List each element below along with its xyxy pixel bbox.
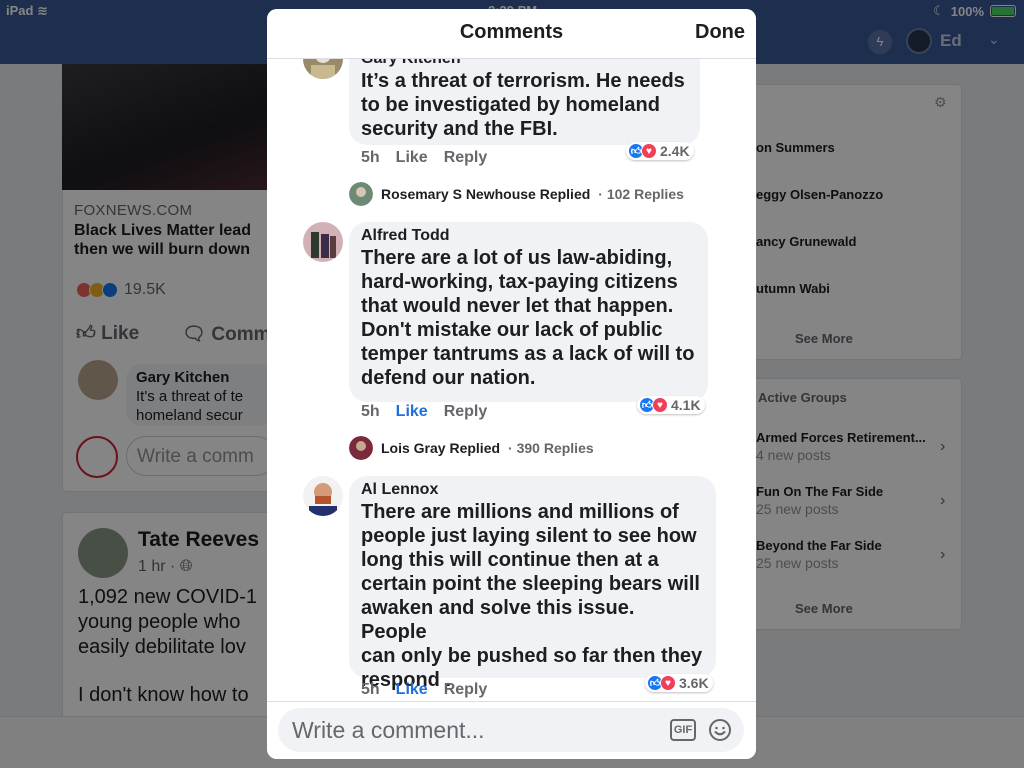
comment-author[interactable]: Alfred Todd (361, 226, 696, 246)
reply-count: · 102 Replies (598, 186, 684, 202)
view-replies-link[interactable]: Rosemary S Newhouse Replied · 102 Replie… (349, 182, 684, 206)
comment-reactions[interactable]: 👍︎ ♥ 2.4K (626, 142, 694, 160)
comment-text: There are millions and millions of peopl… (361, 501, 703, 691)
gif-icon[interactable]: GIF (670, 719, 696, 741)
comment-reactions[interactable]: 👍︎ ♥ 3.6K (645, 674, 713, 692)
comment-reactions[interactable]: 👍︎ ♥ 4.1K (637, 396, 705, 414)
comment-bubble[interactable]: Alfred Todd There are a lot of us law-ab… (349, 222, 708, 402)
emoji-icon[interactable] (708, 718, 732, 742)
comment-time: 5h (361, 681, 380, 698)
reply-count: · 390 Replies (508, 440, 594, 456)
comment-like-button[interactable]: Like (396, 681, 428, 699)
comment-like-button[interactable]: Like (396, 403, 428, 421)
love-icon: ♥ (660, 675, 676, 691)
comment-like-button[interactable]: Like (396, 149, 428, 167)
avatar (349, 182, 373, 206)
comments-modal: Gary Kitchen It’s a threat of terrorism.… (267, 9, 756, 759)
comment-actions: 5h Like Reply (361, 403, 487, 421)
comment-actions: 5h Like Reply (361, 681, 487, 699)
love-icon: ♥ (641, 143, 657, 159)
view-replies-link[interactable]: Lois Gray Replied · 390 Replies (349, 436, 594, 460)
modal-header: Comments Done (267, 9, 756, 59)
comment-time: 5h (361, 403, 380, 420)
comment-reply-button[interactable]: Reply (444, 403, 488, 421)
reply-author: Rosemary S Newhouse Replied (381, 186, 591, 202)
comment-bubble[interactable]: Gary Kitchen It’s a threat of terrorism.… (349, 45, 700, 145)
comment-composer: GIF (267, 701, 756, 759)
reply-author: Lois Gray Replied (381, 440, 501, 456)
avatar (349, 436, 373, 460)
done-button[interactable]: Done (695, 21, 745, 44)
comment-text: It’s a threat of terrorism. He needs to … (361, 70, 685, 140)
comment-time: 5h (361, 149, 380, 166)
comment-actions: 5h Like Reply (361, 149, 487, 167)
comment-bubble[interactable]: Al Lennox There are millions and million… (349, 476, 716, 691)
modal-title: Comments (459, 21, 564, 43)
comment-reply-button[interactable]: Reply (444, 681, 488, 699)
avatar[interactable] (303, 476, 343, 516)
comment-reply-button[interactable]: Reply (444, 149, 488, 167)
comment-text: There are a lot of us law-abiding, hard-… (361, 247, 695, 389)
comment-author[interactable]: Al Lennox (361, 480, 704, 500)
avatar[interactable] (303, 222, 343, 262)
love-icon: ♥ (652, 397, 668, 413)
